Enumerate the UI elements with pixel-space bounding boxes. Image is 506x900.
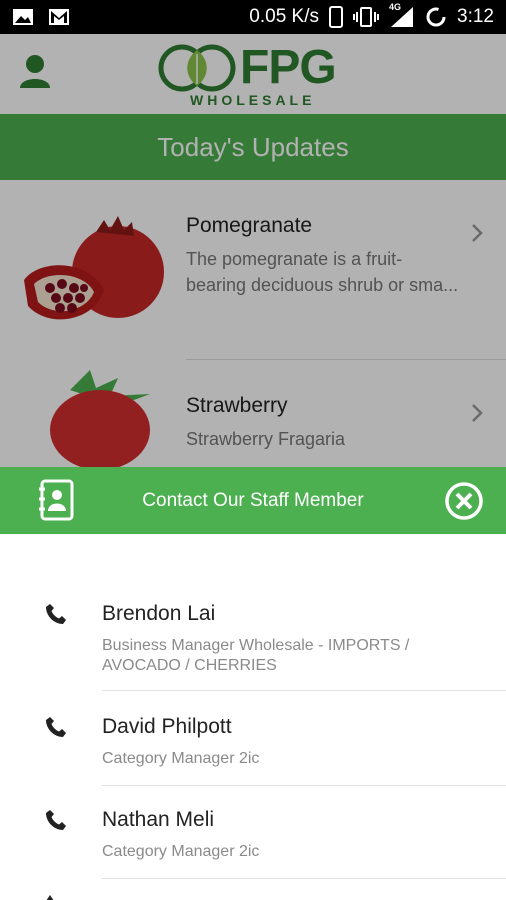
staff-name: Nathan Meli xyxy=(102,808,215,831)
phone-status-icon xyxy=(329,6,344,28)
loading-icon xyxy=(426,7,446,27)
divider xyxy=(102,878,506,879)
divider xyxy=(102,690,506,691)
vibrate-icon xyxy=(353,7,380,27)
phone-icon[interactable] xyxy=(44,715,68,739)
contact-sheet: Contact Our Staff Member Brendon Lai Bus… xyxy=(0,467,506,900)
sheet-title: Contact Our Staff Member xyxy=(142,489,364,511)
network-speed: 0.05 K/s xyxy=(249,6,320,27)
staff-role: Business Manager Wholesale - IMPORTS / A… xyxy=(102,637,410,674)
staff-role: Category Manager 2ic xyxy=(102,843,260,860)
phone-icon xyxy=(46,895,54,900)
image-icon xyxy=(13,9,33,25)
staff-role: Category Manager 2ic xyxy=(102,750,260,767)
staff-name: Brendon Lai xyxy=(102,602,216,625)
staff-name: David Philpott xyxy=(102,715,232,738)
network-type: 4G xyxy=(389,2,402,12)
sheet-header: Contact Our Staff Member xyxy=(0,467,506,534)
signal-icon: 4G xyxy=(389,2,415,28)
divider xyxy=(102,785,506,786)
close-icon[interactable] xyxy=(444,481,484,521)
phone-icon[interactable] xyxy=(44,808,68,832)
gmail-icon xyxy=(49,9,69,25)
clock: 3:12 xyxy=(457,6,494,27)
status-bar: 0.05 K/s 4G 3:12 xyxy=(0,0,506,34)
phone-icon[interactable] xyxy=(44,602,68,626)
